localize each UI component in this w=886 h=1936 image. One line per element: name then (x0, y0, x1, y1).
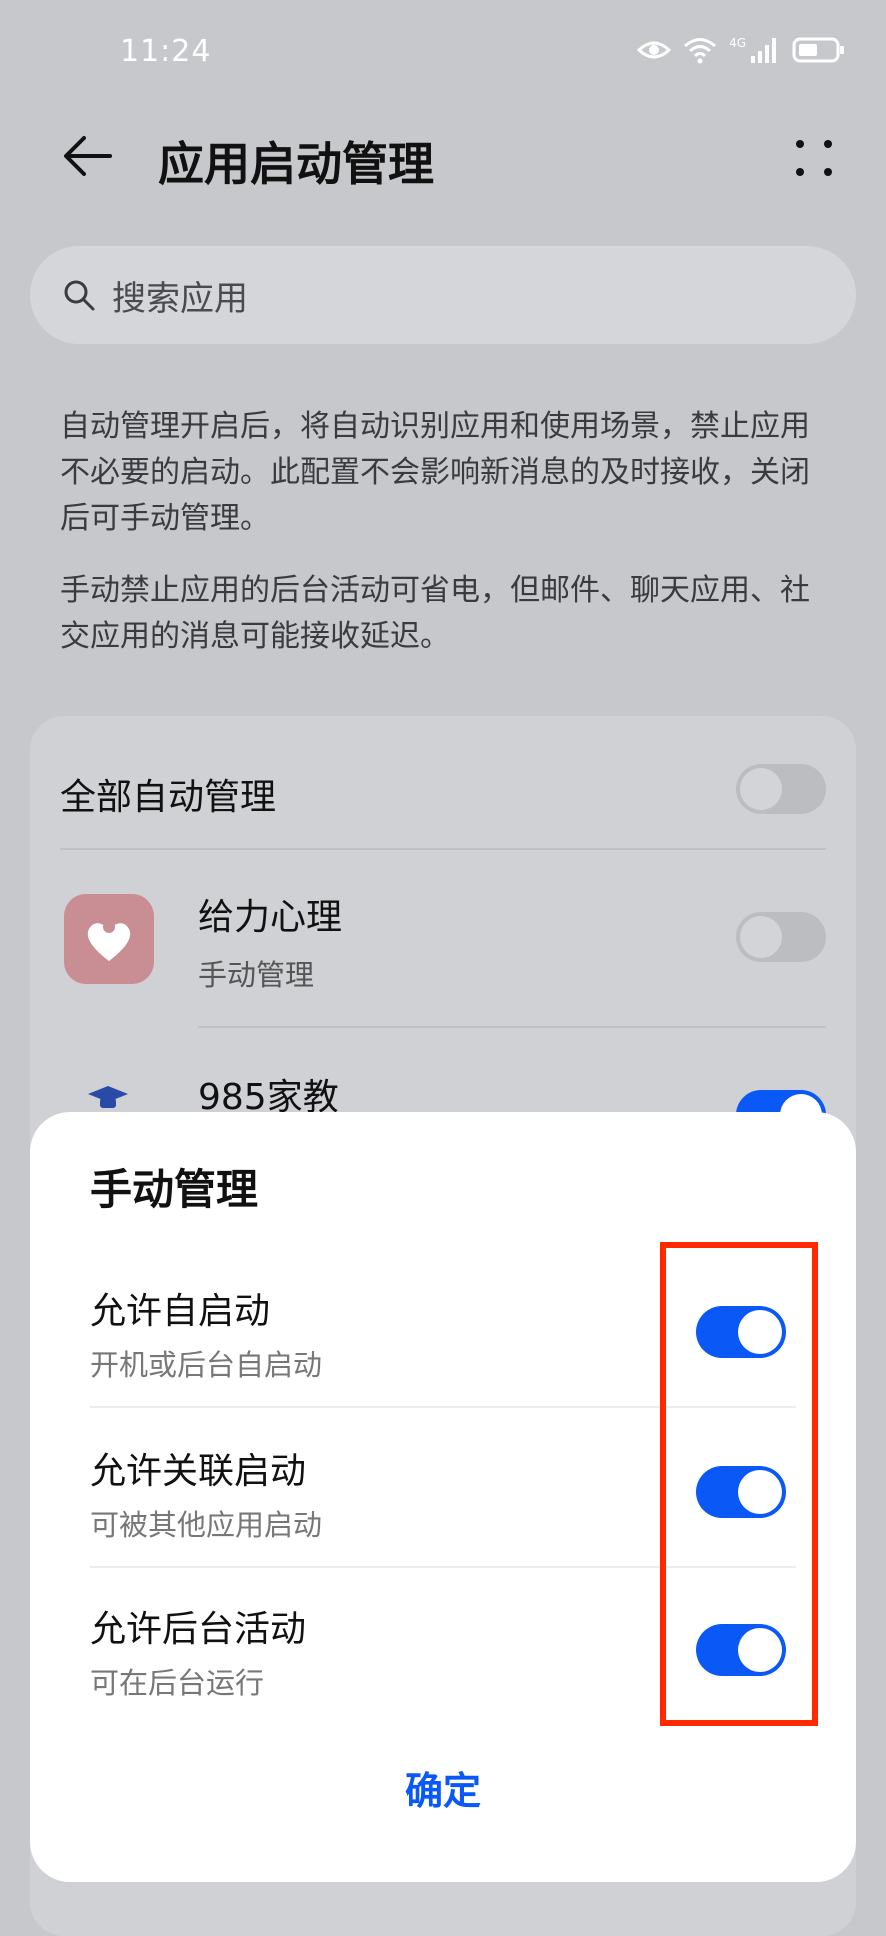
network-type-label: 4G (729, 36, 746, 50)
option-sub-auto-start: 开机或后台自启动 (90, 1348, 323, 1382)
wifi-icon (684, 38, 717, 64)
app-row-1[interactable] (64, 894, 154, 984)
search-input[interactable]: 搜索应用 (30, 246, 856, 344)
option-label-background: 允许后台活动 (90, 1609, 307, 1650)
status-icons: 4G (637, 36, 846, 64)
signal-icon (751, 38, 776, 63)
battery-icon (792, 37, 844, 63)
back-button[interactable] (60, 128, 116, 184)
more-button[interactable] (792, 136, 836, 180)
all-auto-toggle[interactable] (736, 764, 826, 814)
description-paragraph-2: 手动禁止应用的后台活动可省电，但邮件、聊天应用、社交应用的消息可能接收延迟。 (60, 573, 810, 654)
more-dots-icon (796, 140, 832, 176)
app-name-1: 给力心理 (198, 897, 343, 938)
eye-icon (637, 41, 672, 59)
option-sub-background: 可在后台运行 (90, 1666, 265, 1700)
page-title: 应用启动管理 (158, 137, 434, 191)
description-paragraph-1: 自动管理开启后，将自动识别应用和使用场景，禁止应用不必要的启动。此配置不会影响新… (60, 409, 810, 536)
search-icon (64, 280, 95, 311)
app-toggle-1[interactable] (736, 912, 826, 962)
divider (60, 848, 826, 850)
option-sub-linked-start: 可被其他应用启动 (90, 1508, 323, 1542)
option-label-auto-start: 允许自启动 (90, 1291, 271, 1332)
highlight-box (660, 1242, 818, 1726)
dialog-title: 手动管理 (90, 1165, 259, 1214)
heart-app-icon (64, 894, 154, 984)
status-time: 11:24 (120, 34, 212, 69)
option-label-linked-start: 允许关联启动 (90, 1451, 307, 1492)
search-placeholder: 搜索应用 (112, 278, 248, 319)
arrow-left-icon (64, 136, 112, 176)
all-auto-label: 全部自动管理 (60, 777, 277, 818)
app-status-1: 手动管理 (198, 958, 315, 992)
confirm-button[interactable]: 确定 (30, 1760, 856, 1815)
divider (198, 1026, 826, 1028)
